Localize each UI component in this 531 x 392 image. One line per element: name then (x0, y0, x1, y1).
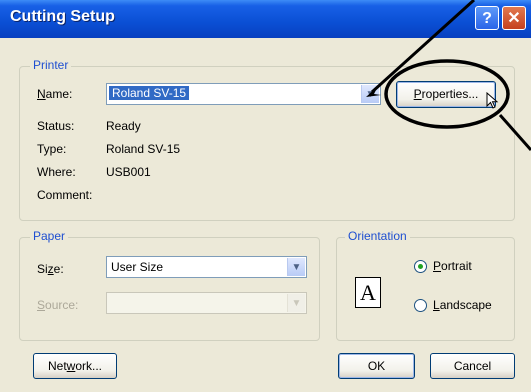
network-button[interactable]: Network... (33, 353, 117, 379)
properties-button-label: Properties... (413, 87, 479, 101)
cancel-button-label: Cancel (453, 359, 492, 373)
paper-source-combo: ▼ (106, 292, 307, 314)
type-value: Roland SV-15 (106, 142, 181, 156)
portrait-label[interactable]: Portrait (433, 259, 472, 273)
source-label: Source: (37, 298, 79, 312)
close-icon: ✕ (507, 10, 521, 27)
printer-legend: Printer (30, 58, 72, 72)
portrait-page-icon: A (355, 277, 381, 308)
landscape-radio[interactable] (414, 299, 427, 312)
chevron-down-icon[interactable]: ▼ (361, 85, 379, 103)
status-label: Status: (37, 119, 75, 133)
type-label: Type: (37, 142, 67, 156)
comment-label: Comment: (37, 188, 93, 202)
paper-size-combo[interactable]: User Size ▼ (106, 256, 307, 278)
orientation-legend: Orientation (345, 229, 410, 243)
where-value: USB001 (106, 165, 151, 179)
portrait-radio[interactable] (414, 260, 427, 273)
printer-name-combo[interactable]: Roland SV-15 ▼ (106, 83, 381, 105)
help-icon: ? (482, 10, 492, 27)
cancel-button[interactable]: Cancel (430, 353, 515, 379)
chevron-down-icon: ▼ (287, 294, 305, 312)
printer-name-label: Name: (37, 87, 73, 101)
landscape-label[interactable]: Landscape (433, 298, 492, 312)
mouse-pointer-icon (486, 92, 499, 109)
dialog-title: Cutting Setup (10, 8, 115, 25)
where-label: Where: (37, 165, 76, 179)
ok-button[interactable]: OK (338, 353, 415, 379)
close-button[interactable]: ✕ (502, 6, 526, 30)
properties-button[interactable]: Properties... (396, 81, 496, 108)
help-button[interactable]: ? (475, 6, 499, 30)
chevron-down-icon[interactable]: ▼ (287, 258, 305, 276)
network-button-label: Network... (47, 359, 103, 373)
paper-group (19, 237, 320, 341)
ok-button-label: OK (367, 359, 386, 373)
title-bar[interactable]: Cutting Setup ? ✕ (0, 0, 531, 38)
size-label: Size: (37, 262, 64, 276)
cutting-setup-dialog: Cutting Setup ? ✕ Printer Name: Roland S… (0, 0, 531, 392)
paper-size-value: User Size (111, 260, 164, 274)
printer-name-value: Roland SV-15 (109, 86, 190, 100)
paper-legend: Paper (30, 229, 69, 243)
status-value: Ready (106, 119, 141, 133)
